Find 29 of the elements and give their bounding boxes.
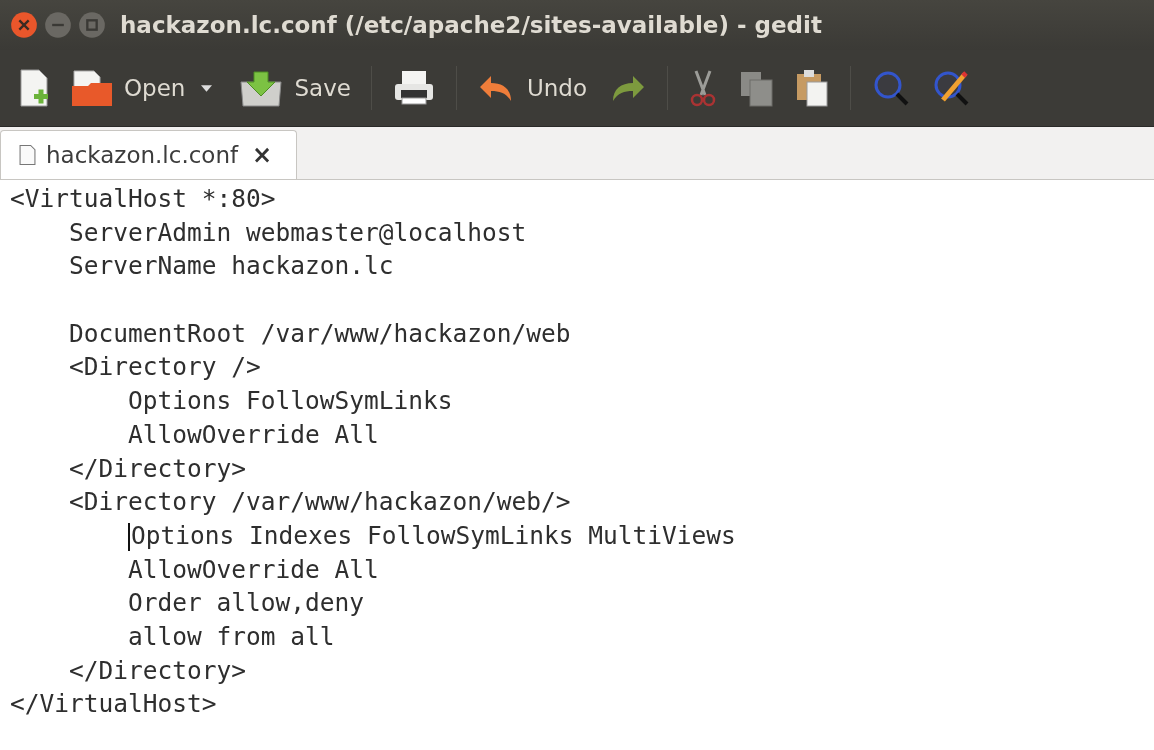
- undo-button[interactable]: Undo: [468, 64, 595, 112]
- code-line: <Directory /var/www/hackazon/web/>: [69, 487, 571, 517]
- drive-icon: [238, 68, 285, 108]
- save-button[interactable]: Save: [230, 64, 359, 112]
- folder-icon: [70, 68, 114, 108]
- code-line: DocumentRoot /var/www/hackazon/web: [69, 318, 571, 348]
- close-icon[interactable]: [10, 11, 38, 39]
- code-line: <VirtualHost *:80>: [10, 184, 276, 213]
- code-line: allow from all: [128, 621, 335, 651]
- code-line: AllowOverride All: [128, 554, 379, 584]
- code-line: Options Indexes FollowSymLinks MultiViews: [131, 520, 736, 550]
- code-line: </VirtualHost>: [10, 689, 217, 719]
- document-icon: [19, 144, 36, 166]
- code-line: Options FollowSymLinks: [128, 386, 453, 416]
- file-tab[interactable]: hackazon.lc.conf ×: [0, 130, 298, 179]
- code-line: <Directory />: [69, 352, 261, 382]
- code-line: </Directory>: [69, 655, 247, 685]
- close-tab-button[interactable]: ×: [248, 141, 277, 169]
- tab-label: hackazon.lc.conf: [46, 142, 239, 168]
- minimize-icon[interactable]: [44, 11, 72, 39]
- open-button[interactable]: Open: [62, 64, 194, 112]
- maximize-icon[interactable]: [78, 11, 106, 39]
- code-line: ServerAdmin webmaster@localhost: [69, 217, 527, 247]
- code-line: </Directory>: [69, 453, 247, 483]
- window-title: hackazon.lc.conf (/etc/apache2/sites-available) - gedit: [120, 12, 822, 38]
- code-line: Order allow,deny: [128, 588, 365, 618]
- dropdown-caret-icon[interactable]: [201, 84, 213, 92]
- code-line: AllowOverride All: [128, 419, 379, 449]
- code-line: ServerName hackazon.lc: [69, 251, 394, 281]
